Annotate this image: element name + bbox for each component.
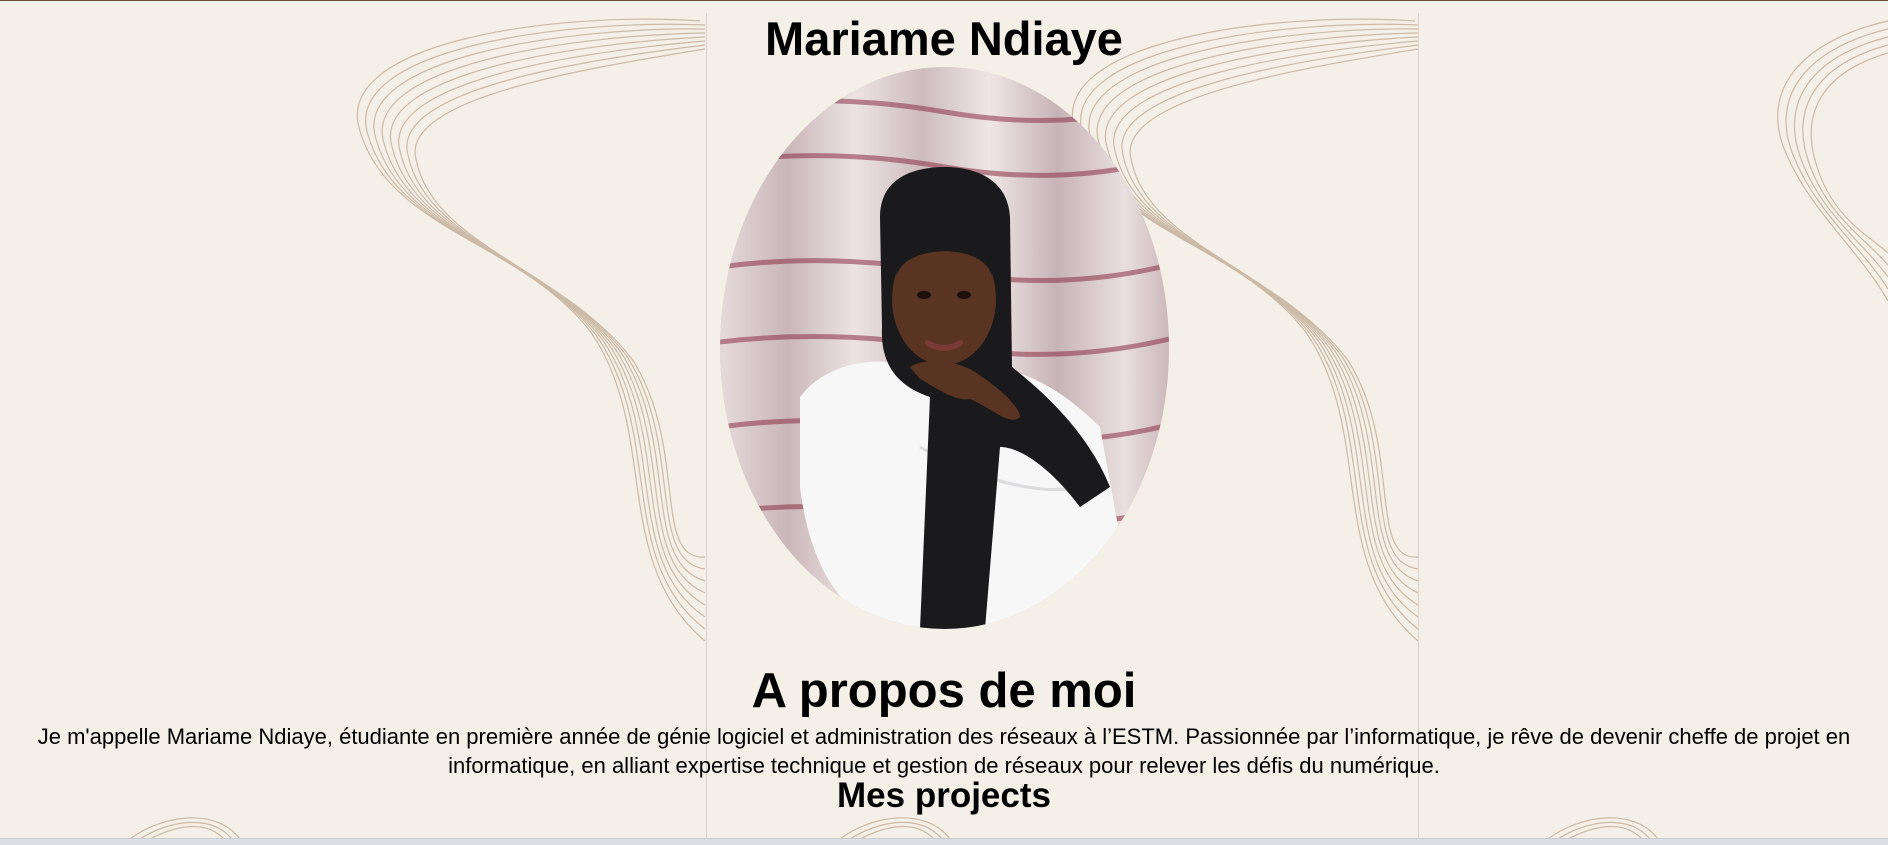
about-paragraph: Je m'appelle Mariame Ndiaye, étudiante e…: [37, 724, 1851, 778]
bottom-scrollbar-strip: [0, 838, 1888, 845]
projects-heading: Mes projects: [837, 776, 1051, 815]
profile-photo: [720, 67, 1169, 629]
about-heading: A propos de moi: [751, 664, 1137, 718]
page: Mariame Ndiaye A propos de moi Je m'appe…: [0, 0, 1888, 838]
page-title: Mariame Ndiaye: [765, 12, 1123, 65]
